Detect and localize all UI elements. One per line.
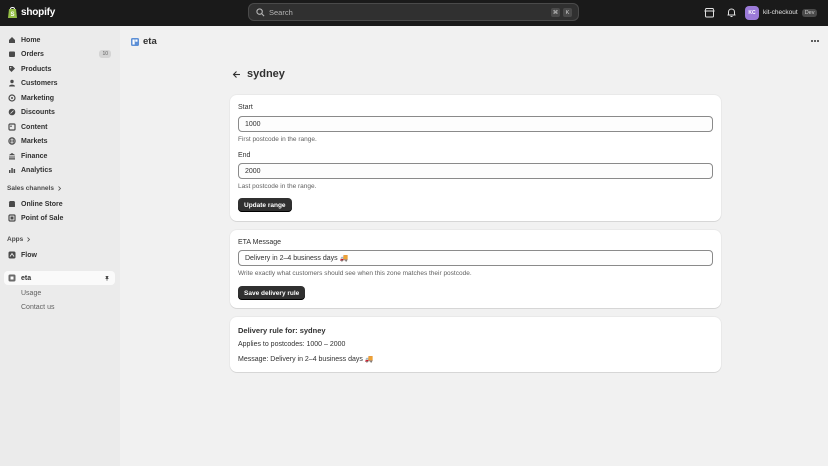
shortcut-modifier-key: ⌘ xyxy=(551,8,560,17)
page-title: sydney xyxy=(247,68,285,80)
store-name: kit-checkout xyxy=(763,9,798,16)
start-label: Start xyxy=(238,104,253,111)
store-avatar: KC xyxy=(745,5,759,20)
chevron-right-icon xyxy=(27,237,31,242)
more-actions-icon[interactable] xyxy=(810,38,820,44)
store-switcher[interactable]: KC kit-checkout Dev xyxy=(745,4,818,21)
chart-icon xyxy=(9,168,16,173)
pos-icon xyxy=(8,214,16,222)
sidebar-item-label: Point of Sale xyxy=(21,214,64,222)
search-placeholder: Search xyxy=(269,7,293,17)
sidebar-item-discounts[interactable]: Discounts xyxy=(4,105,115,119)
end-input[interactable]: 2000 xyxy=(238,163,713,179)
discount-icon xyxy=(8,108,16,116)
eta-message-input[interactable]: Delivery in 2–4 business days 🚚 xyxy=(238,250,713,266)
sidebar-item-flow[interactable]: Flow xyxy=(4,248,115,262)
shopify-bag-icon: S xyxy=(8,7,17,18)
sidebar-item-label: Markets xyxy=(21,137,48,145)
sidebar-item-label: Marketing xyxy=(21,94,55,102)
delivery-rule-summary-card: Delivery rule for: sydney Applies to pos… xyxy=(230,317,721,372)
update-range-button[interactable]: Update range xyxy=(238,198,292,212)
sidebar-item-label: Discounts xyxy=(21,108,55,116)
sidebar-item-label: Content xyxy=(21,123,48,131)
save-delivery-rule-button[interactable]: Save delivery rule xyxy=(238,286,306,300)
start-help-text: First postcode in the range. xyxy=(238,136,317,143)
sidebar-item-label: eta xyxy=(21,274,32,282)
page-header: sydney xyxy=(232,68,285,80)
sidebar-item-orders[interactable]: Orders 10 xyxy=(4,47,115,61)
sidebar-item-online-store[interactable]: Online Store xyxy=(4,197,115,211)
sidebar-item-eta[interactable]: eta xyxy=(4,271,115,285)
apps-header[interactable]: Apps xyxy=(7,236,31,243)
sidebar-item-label: Finance xyxy=(21,152,48,160)
sidebar-item-label: Home xyxy=(21,36,41,44)
sidebar-item-label: Flow xyxy=(21,251,37,259)
start-input[interactable]: 1000 xyxy=(238,116,713,132)
flow-icon xyxy=(8,251,16,259)
store-badge: Dev xyxy=(801,8,818,17)
sidebar-item-markets[interactable]: Markets xyxy=(4,134,115,148)
app-icon xyxy=(8,274,16,282)
range-card: Start 1000 First postcode in the range. … xyxy=(230,95,721,221)
sidebar-item-point-of-sale[interactable]: Point of Sale xyxy=(4,211,115,225)
search-bar[interactable]: Search ⌘ K xyxy=(248,3,579,21)
sidebar-item-label: Products xyxy=(21,65,52,73)
sidebar-item-analytics[interactable]: Analytics xyxy=(4,163,115,177)
orders-count-badge: 10 xyxy=(99,50,111,58)
section-label: Apps xyxy=(7,236,24,243)
bell-icon[interactable] xyxy=(726,7,737,18)
sidebar-item-customers[interactable]: Customers xyxy=(4,76,115,90)
person-icon xyxy=(9,79,15,87)
shortcut-k-key: K xyxy=(563,8,572,17)
top-bar: S shopify Search ⌘ K KC kit-checkout Dev xyxy=(0,0,828,26)
brand-name: shopify xyxy=(21,7,56,18)
sidebar-item-label: Orders xyxy=(21,50,44,58)
sidebar-item-label: Customers xyxy=(21,79,58,87)
app-title-bar: eta xyxy=(131,36,157,47)
tag-icon xyxy=(9,66,15,72)
sidebar-item-label: Online Store xyxy=(21,200,63,208)
sidebar-item-label: Analytics xyxy=(21,166,53,174)
sidebar-item-usage[interactable]: Usage xyxy=(4,286,115,300)
shopify-logo[interactable]: S shopify xyxy=(7,6,55,19)
sidebar-item-products[interactable]: Products xyxy=(4,62,115,76)
eta-message-label: ETA Message xyxy=(238,239,282,246)
sidebar-item-marketing[interactable]: Marketing xyxy=(4,91,115,105)
sidebar-item-label: Usage xyxy=(21,289,42,297)
pin-icon[interactable] xyxy=(104,275,110,281)
sidebar: Home Orders 10 Products Customers Market… xyxy=(0,26,120,466)
end-label: End xyxy=(238,152,251,159)
end-help-text: Last postcode in the range. xyxy=(238,183,317,190)
svg-text:S: S xyxy=(10,12,14,18)
arrow-left-icon[interactable] xyxy=(232,70,241,79)
app-logo-icon xyxy=(131,37,139,46)
content-icon xyxy=(8,123,16,131)
sales-channels-header[interactable]: Sales channels xyxy=(7,185,62,192)
storefront-icon[interactable] xyxy=(704,7,715,18)
orders-icon xyxy=(9,51,15,57)
rule-message-text: Message: Delivery in 2–4 business days 🚚 xyxy=(238,356,374,363)
sidebar-item-finance[interactable]: Finance xyxy=(4,149,115,163)
sidebar-item-label: Contact us xyxy=(21,303,55,311)
eta-message-help-text: Write exactly what customers should see … xyxy=(238,270,472,277)
sidebar-item-contact-us[interactable]: Contact us xyxy=(4,300,115,314)
home-icon xyxy=(9,37,15,43)
rule-postcodes-text: Applies to postcodes: 1000 – 2000 xyxy=(238,341,346,348)
sidebar-item-content[interactable]: Content xyxy=(4,120,115,134)
app-title: eta xyxy=(143,36,157,47)
rule-summary-title: Delivery rule for: sydney xyxy=(238,326,326,335)
search-icon xyxy=(256,7,265,16)
target-icon xyxy=(8,94,16,102)
section-label: Sales channels xyxy=(7,185,54,192)
bank-icon xyxy=(9,153,15,160)
sidebar-item-home[interactable]: Home xyxy=(4,33,115,47)
chevron-right-icon xyxy=(58,186,62,191)
store-icon xyxy=(8,201,16,207)
globe-icon xyxy=(8,137,16,145)
eta-message-card: ETA Message Delivery in 2–4 business day… xyxy=(230,230,721,308)
